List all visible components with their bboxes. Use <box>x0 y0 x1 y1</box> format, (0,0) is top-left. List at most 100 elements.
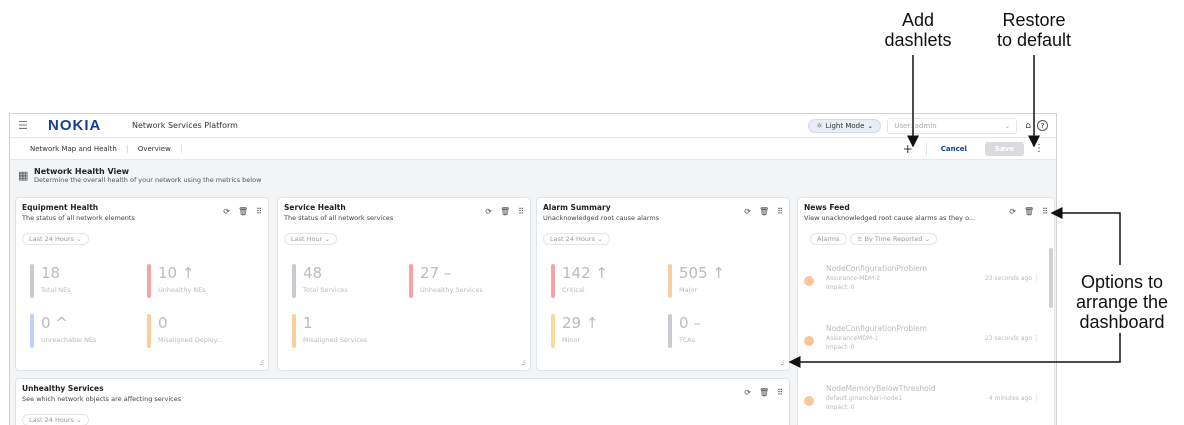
time-filter[interactable]: Last 24 Hours ⌄ <box>543 233 610 245</box>
dashlet-unhealthy-services: Unhealthy Services See which network obj… <box>15 378 790 425</box>
dashlet-news-feed: News Feed View unacknowledged root cause… <box>797 197 1055 425</box>
metric-unreachable-nes[interactable]: 0 ^ Unreachable NEs <box>30 314 140 348</box>
refresh-icon[interactable]: ⟳ <box>223 207 230 216</box>
news-alarm-impact: Impact: 0 <box>826 344 855 351</box>
metric-value: 27 – <box>420 264 452 282</box>
metric-total-nes[interactable]: 18 Total NEs <box>30 264 140 298</box>
drag-handle-icon[interactable]: ⠿ <box>777 207 783 216</box>
dashlet-title: News Feed <box>804 203 850 212</box>
news-alarm-source: Assurance-MDM-2 <box>826 275 881 282</box>
sun-icon: ☼ <box>816 121 823 130</box>
add-dashlet-button[interactable]: + <box>900 142 916 156</box>
news-alarm-name: NodeMemoryBelowThreshold <box>826 384 936 393</box>
metric-major[interactable]: 505 ↑ Major <box>668 264 778 298</box>
more-options-icon[interactable]: ⋮ <box>1033 274 1040 282</box>
trash-icon[interactable]: 🗑 <box>759 207 769 216</box>
dashlet-subtitle: View unacknowledged root cause alarms as… <box>804 214 976 222</box>
metric-bar <box>292 264 296 298</box>
metric-bar <box>147 314 151 348</box>
drag-handle-icon[interactable]: ⠿ <box>518 207 524 216</box>
metric-label: Total Services <box>303 286 348 294</box>
news-item[interactable]: NodeConfigurationProblem Assurance-MDM-2… <box>804 264 1040 300</box>
drag-handle-icon[interactable]: ⠿ <box>256 207 262 216</box>
sort-icon: ≡ <box>857 235 863 243</box>
metric-label: Unreachable NEs <box>41 336 97 344</box>
metric-bar <box>668 264 672 298</box>
dashlet-subtitle: The status of all network elements <box>22 214 135 222</box>
dashlet-subtitle: Unacknowledged root cause alarms <box>543 214 660 222</box>
view-description: Determine the overall health of your net… <box>34 175 262 184</box>
resize-handle-icon[interactable]: .:⁝ <box>259 359 264 367</box>
metric-value: 0 – <box>679 314 701 332</box>
time-filter[interactable]: Last 24 Hours ⌄ <box>22 233 89 245</box>
metric-bar <box>147 264 151 298</box>
dashlet-tools: ⟳ 🗑 ⠿ <box>223 207 262 216</box>
help-icon[interactable]: ? <box>1037 120 1048 131</box>
metric-critical[interactable]: 142 ↑ Critical <box>551 264 661 298</box>
metric-misaligned-deployments[interactable]: 0 Misaligned Deploy... <box>147 314 257 348</box>
drag-handle-icon[interactable]: ⠿ <box>1042 207 1048 216</box>
menu-icon[interactable]: ☰ <box>18 119 38 132</box>
more-options-icon[interactable]: ⋮ <box>1033 394 1040 402</box>
metric-bar <box>30 314 34 348</box>
more-options-icon[interactable]: ⋮ <box>1033 334 1040 342</box>
user-select[interactable]: User: admin ⌄ <box>887 117 1018 134</box>
sort-filter[interactable]: ≡ By Time Reported ⌄ <box>850 233 938 245</box>
time-filter[interactable]: Last 24 Hours ⌄ <box>22 414 89 425</box>
resize-handle-icon[interactable]: .:⁝ <box>780 359 785 367</box>
light-mode-toggle[interactable]: ☼ Light Mode ⌄ <box>808 118 882 133</box>
dashlet-tools: ⟳ 🗑 ⠿ <box>744 388 783 397</box>
tab-overview[interactable]: Overview <box>128 144 182 153</box>
tab-network-map-and-health[interactable]: Network Map and Health <box>20 144 128 153</box>
basket-icon[interactable]: ⌂ <box>1025 121 1031 131</box>
metric-bar <box>551 264 555 298</box>
metric-unhealthy-services[interactable]: 27 – Unhealthy Services <box>409 264 519 298</box>
page-root: Add dashlets Restore to default Options … <box>0 0 1184 425</box>
metric-label: Unhealthy NEs <box>158 286 206 294</box>
metric-total-services[interactable]: 48 Total Services <box>292 264 402 298</box>
dashlet-alarm-summary: Alarm Summary Unacknowledged root cause … <box>536 197 790 371</box>
metric-misaligned-services[interactable]: 1 Misaligned Services <box>292 314 402 348</box>
trash-icon[interactable]: 🗑 <box>1024 207 1034 216</box>
trash-icon[interactable]: 🗑 <box>500 207 510 216</box>
news-item[interactable]: NodeConfigurationProblem AssuranceMDM-1 … <box>804 324 1040 360</box>
view-header: ▦ Network Health View Determine the over… <box>10 160 1056 190</box>
news-alarm-source: default.gmanchari-node1 <box>826 395 903 402</box>
alarm-severity-dot <box>804 276 814 286</box>
drag-handle-icon[interactable]: ⠿ <box>777 388 783 397</box>
news-feed-scrollbar[interactable] <box>1049 248 1053 308</box>
trash-icon[interactable]: 🗑 <box>238 207 248 216</box>
metric-value: 0 <box>158 314 168 332</box>
time-filter[interactable]: Last Hour ⌄ <box>284 233 337 245</box>
dashlet-title: Alarm Summary <box>543 203 611 212</box>
refresh-icon[interactable]: ⟳ <box>744 207 751 216</box>
refresh-icon[interactable]: ⟳ <box>485 207 492 216</box>
refresh-icon[interactable]: ⟳ <box>744 388 751 397</box>
more-options-icon[interactable]: ⋮ <box>1034 143 1044 154</box>
save-button[interactable]: Save <box>984 141 1024 156</box>
metric-minor[interactable]: 29 ↑ Minor <box>551 314 661 348</box>
resize-handle-icon[interactable]: .:⁝ <box>521 359 526 367</box>
metric-label: Major <box>679 286 698 294</box>
metric-unhealthy-nes[interactable]: 10 ↑ Unhealthy NEs <box>147 264 257 298</box>
dashboard-icon: ▦ <box>18 168 29 182</box>
alarm-severity-dot <box>804 396 814 406</box>
metric-value: 29 ↑ <box>562 314 599 332</box>
news-alarm-name: NodeConfigurationProblem <box>826 264 928 273</box>
top-bar: ☰ NOKIA Network Services Platform ☼ Ligh… <box>10 114 1056 138</box>
news-alarm-name: NodeConfigurationProblem <box>826 324 928 333</box>
metric-tcas[interactable]: 0 – TCAs <box>668 314 778 348</box>
metric-value: 48 <box>303 264 323 282</box>
dashlet-title: Unhealthy Services <box>22 384 104 393</box>
news-item[interactable]: NodeMemoryBelowThreshold default.gmancha… <box>804 384 1040 420</box>
light-mode-label: Light Mode <box>825 121 865 130</box>
metric-label: Misaligned Services <box>303 336 368 344</box>
dashlet-tools: ⟳ 🗑 ⠿ <box>1009 207 1048 216</box>
annotation-restore-default: Restore to default <box>996 10 1072 50</box>
refresh-icon[interactable]: ⟳ <box>1009 207 1016 216</box>
metric-label: Minor <box>562 336 581 344</box>
cancel-button[interactable]: Cancel <box>925 142 975 155</box>
news-alarm-impact: Impact: 0 <box>826 404 855 411</box>
alarms-filter[interactable]: Alarms <box>810 233 847 245</box>
trash-icon[interactable]: 🗑 <box>759 388 769 397</box>
